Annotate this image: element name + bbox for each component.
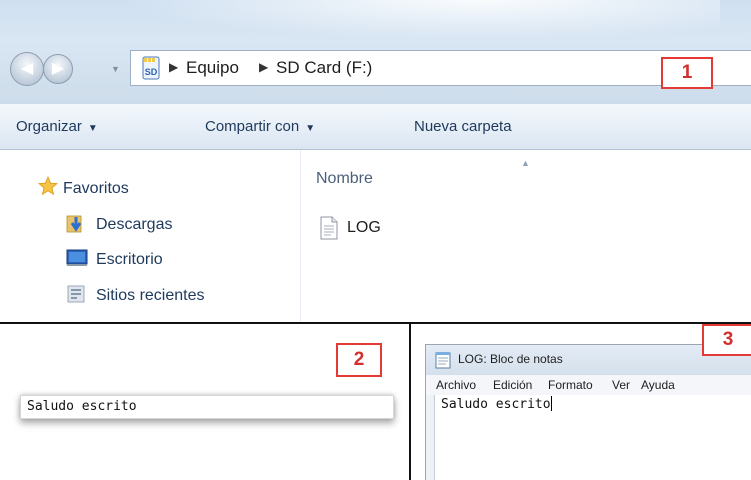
annotation-label-1: 1	[661, 57, 713, 89]
text-file-icon	[320, 216, 338, 240]
menu-edicion[interactable]: Edición	[493, 378, 532, 392]
file-name-log: LOG	[347, 219, 381, 236]
sidebar-item-descargas[interactable]: Descargas	[96, 216, 172, 234]
explorer-window: ◀ ▶ ▼ SD ▶ Equipo ▶ SD Card (F:) 1 Organ…	[0, 0, 751, 322]
address-bar[interactable]: SD ▶ Equipo ▶ SD Card (F:) 1	[130, 50, 751, 89]
sidebar-item-favorites[interactable]: Favoritos	[63, 180, 129, 198]
breadcrumb-arrow-icon[interactable]: ▶	[169, 60, 178, 74]
organize-label: Organizar	[16, 118, 82, 135]
sidebar-item-sitios-recientes[interactable]: Sitios recientes	[96, 287, 205, 305]
notepad-window: LOG: Bloc de notas Archivo Edición Forma…	[425, 344, 751, 480]
breadcrumb-equipo[interactable]: Equipo	[186, 58, 239, 78]
annotation-label-3: 3	[702, 324, 751, 356]
share-menu[interactable]: Compartir con ▼	[205, 118, 315, 135]
forward-button[interactable]: ▶	[43, 54, 73, 84]
output-panel: 2 Saludo escrito	[0, 324, 409, 480]
notepad-title: LOG: Bloc de notas	[458, 352, 563, 366]
notepad-content: Saludo escrito	[441, 397, 551, 412]
breadcrumb-sd-card[interactable]: SD Card (F:)	[276, 58, 372, 78]
chevron-down-icon: ▼	[305, 123, 316, 134]
text-caret	[550, 396, 552, 411]
sd-card-icon: SD	[142, 56, 160, 80]
recent-pages-dropdown[interactable]: ▼	[111, 64, 120, 74]
command-bar: Organizar ▼ Compartir con ▼ Nueva carpeta	[0, 104, 751, 150]
menu-ayuda[interactable]: Ayuda	[641, 378, 675, 392]
sidebar-item-escritorio[interactable]: Escritorio	[96, 251, 163, 269]
file-item[interactable]: LOG	[319, 216, 419, 242]
downloads-folder-icon	[66, 215, 82, 233]
annotation-label-2: 2	[336, 343, 382, 377]
share-label: Compartir con	[205, 118, 300, 135]
back-button[interactable]: ◀	[10, 52, 44, 86]
output-text: Saludo escrito	[27, 399, 137, 414]
output-text-box: Saludo escrito	[20, 395, 394, 419]
breadcrumb-arrow-icon[interactable]: ▶	[259, 60, 268, 74]
chevron-down-icon: ▼	[87, 123, 98, 134]
new-folder-button[interactable]: Nueva carpeta	[414, 118, 512, 135]
sort-ascending-icon: ▲	[521, 158, 530, 168]
menu-formato[interactable]: Formato	[548, 378, 593, 392]
column-header-nombre[interactable]: Nombre	[316, 170, 373, 188]
notepad-menu-bar: Archivo Edición Formato Ver Ayuda	[426, 375, 751, 395]
notepad-panel: LOG: Bloc de notas Archivo Edición Forma…	[411, 324, 751, 480]
menu-ver[interactable]: Ver	[612, 378, 630, 392]
notepad-icon	[435, 352, 451, 369]
recent-places-icon	[67, 285, 85, 303]
sd-icon-text: SD	[145, 67, 158, 77]
notepad-text-area[interactable]: Saludo escrito	[434, 395, 751, 480]
title-bar: ◀ ▶ ▼ SD ▶ Equipo ▶ SD Card (F:) 1	[0, 0, 751, 104]
organize-menu[interactable]: Organizar ▼	[16, 118, 98, 135]
menu-archivo[interactable]: Archivo	[436, 378, 476, 392]
file-list: ▲ Nombre LOG	[301, 150, 751, 322]
navigation-pane: Favoritos Descargas Escritorio Sitios re…	[0, 150, 300, 322]
desktop-icon	[66, 249, 88, 266]
star-icon	[38, 176, 58, 196]
